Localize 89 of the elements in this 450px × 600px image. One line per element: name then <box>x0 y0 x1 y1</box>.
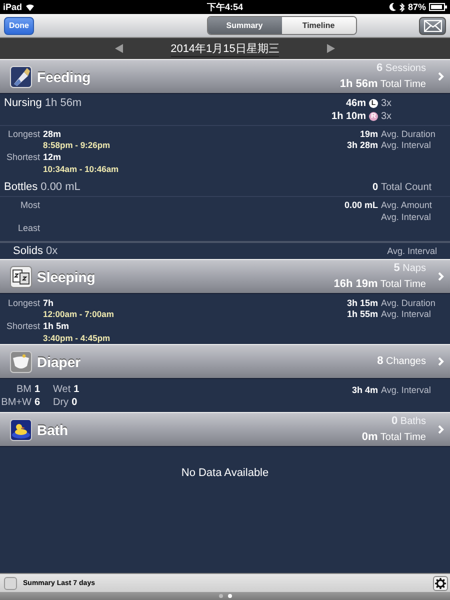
detail-label: Shortest <box>5 320 40 331</box>
detail-label: Least <box>16 223 40 234</box>
chevron-right-icon <box>438 272 444 281</box>
header-stat: 6 Sessions <box>376 62 426 75</box>
count-label: BM+W <box>1 397 32 408</box>
chevron-right-icon <box>438 357 444 366</box>
row-value: 0x <box>46 245 58 257</box>
header-stat: 0m Total Time <box>362 431 426 444</box>
row-label: Solids <box>13 245 43 257</box>
stat-label: Avg. Amount <box>381 200 433 210</box>
bluetooth-icon <box>398 2 405 12</box>
detail-value: 28m <box>43 128 62 139</box>
duck-icon <box>10 418 32 440</box>
sleeping-icon <box>10 266 32 288</box>
row-value: 0.00 mL <box>40 181 80 194</box>
section-title: Sleeping <box>37 268 96 284</box>
count-label: BM <box>16 384 32 395</box>
count-label: 3x <box>381 111 393 122</box>
time-range: 8:58pm - 9:26pm <box>43 140 110 150</box>
stat-label: Avg. Duration <box>381 298 436 308</box>
stat-label: Avg. Interval <box>381 140 432 150</box>
detail-value: 12m <box>43 152 62 162</box>
detail-label: Shortest <box>5 152 40 162</box>
stat-value: 0 <box>372 182 378 194</box>
stat-label: Avg. Duration <box>381 128 436 139</box>
section-header[interactable]: Feeding 6 Sessions 1h 56m Total Time <box>0 59 450 94</box>
device-name: iPad <box>3 2 22 12</box>
count-value: 1 <box>74 384 80 395</box>
header-stat: 0 Baths <box>392 415 426 428</box>
stat-value: 0.00 mL <box>344 200 378 210</box>
row-label: Nursing <box>4 97 42 109</box>
clock-time: 下午4:54 <box>206 0 243 14</box>
header-stat: 16h 19m Total Time <box>334 278 426 291</box>
count-value: 1 <box>34 384 40 395</box>
header-stat: 8 Changes <box>377 355 426 368</box>
detail-value: 7h <box>43 298 54 308</box>
detail-label: Longest <box>6 298 40 308</box>
time-range: 3:40pm - 4:45pm <box>43 332 110 343</box>
stat-label: Avg. Interval <box>381 212 432 222</box>
count-value: 6 <box>34 397 40 408</box>
detail-label: Most <box>19 200 40 210</box>
header-stat: 5 Naps <box>394 262 426 275</box>
previous-day-icon[interactable] <box>114 44 123 53</box>
diaper-icon <box>10 350 32 372</box>
detail-value: 1h 5m <box>43 320 70 331</box>
date-title: 2014年1月15日星期三 <box>170 40 280 56</box>
moon-icon <box>388 3 396 11</box>
tab[interactable]: Timeline <box>282 17 356 34</box>
battery-icon <box>428 3 447 11</box>
tab[interactable]: Summary <box>208 17 282 34</box>
stat-value: 3h 28m <box>346 140 378 150</box>
done-button[interactable]: Done <box>4 16 34 34</box>
section-title: Bath <box>37 422 70 438</box>
settings-button[interactable] <box>433 576 448 590</box>
mail-button[interactable] <box>419 16 446 34</box>
section-header[interactable]: Sleeping 5 Naps 16h 19m Total Time <box>0 259 450 294</box>
battery-percent: 87% <box>408 2 426 12</box>
count-label: Wet <box>53 384 71 395</box>
stat-value: 3h 4m <box>352 384 378 394</box>
time-range: 10:34am - 10:46am <box>43 164 119 174</box>
row-label: Bottles <box>4 181 38 194</box>
page-dot[interactable] <box>228 594 232 598</box>
stat-label: Avg. Interval <box>381 309 432 320</box>
checkbox[interactable] <box>4 576 17 590</box>
section-title: Diaper <box>37 354 82 370</box>
header-stat: 1h 56m Total Time <box>340 78 426 91</box>
count-value: 0 <box>72 397 78 408</box>
chevron-right-icon <box>438 72 444 81</box>
chevron-right-icon <box>438 425 444 434</box>
stat-label: Total Count <box>381 182 433 194</box>
stat-value: 1h 10m <box>332 111 366 122</box>
detail-label: Longest <box>6 128 40 139</box>
section-header[interactable]: Diaper 8 Changes <box>0 344 450 379</box>
stat-value: 46m <box>346 98 366 109</box>
row-value: 1h 56m <box>44 97 82 109</box>
count-label: Dry <box>53 397 69 408</box>
section-title: Feeding <box>37 68 92 84</box>
page-dot[interactable] <box>218 594 222 598</box>
wifi-icon <box>25 3 36 11</box>
next-day-icon[interactable] <box>327 44 336 53</box>
section-header[interactable]: Bath 0 Baths 0m Total Time <box>0 412 450 447</box>
stat-value: 19m <box>360 128 378 139</box>
stat-value: 1h 55m <box>346 309 378 320</box>
time-range: 12:00am - 7:00am <box>43 309 114 320</box>
stat-value: 3h 15m <box>346 298 378 308</box>
stat-label: Avg. Interval <box>381 384 432 394</box>
count-label: 3x <box>381 98 393 109</box>
empty-message: No Data Available <box>181 467 269 481</box>
stat-label: Avg. Interval <box>387 246 437 256</box>
